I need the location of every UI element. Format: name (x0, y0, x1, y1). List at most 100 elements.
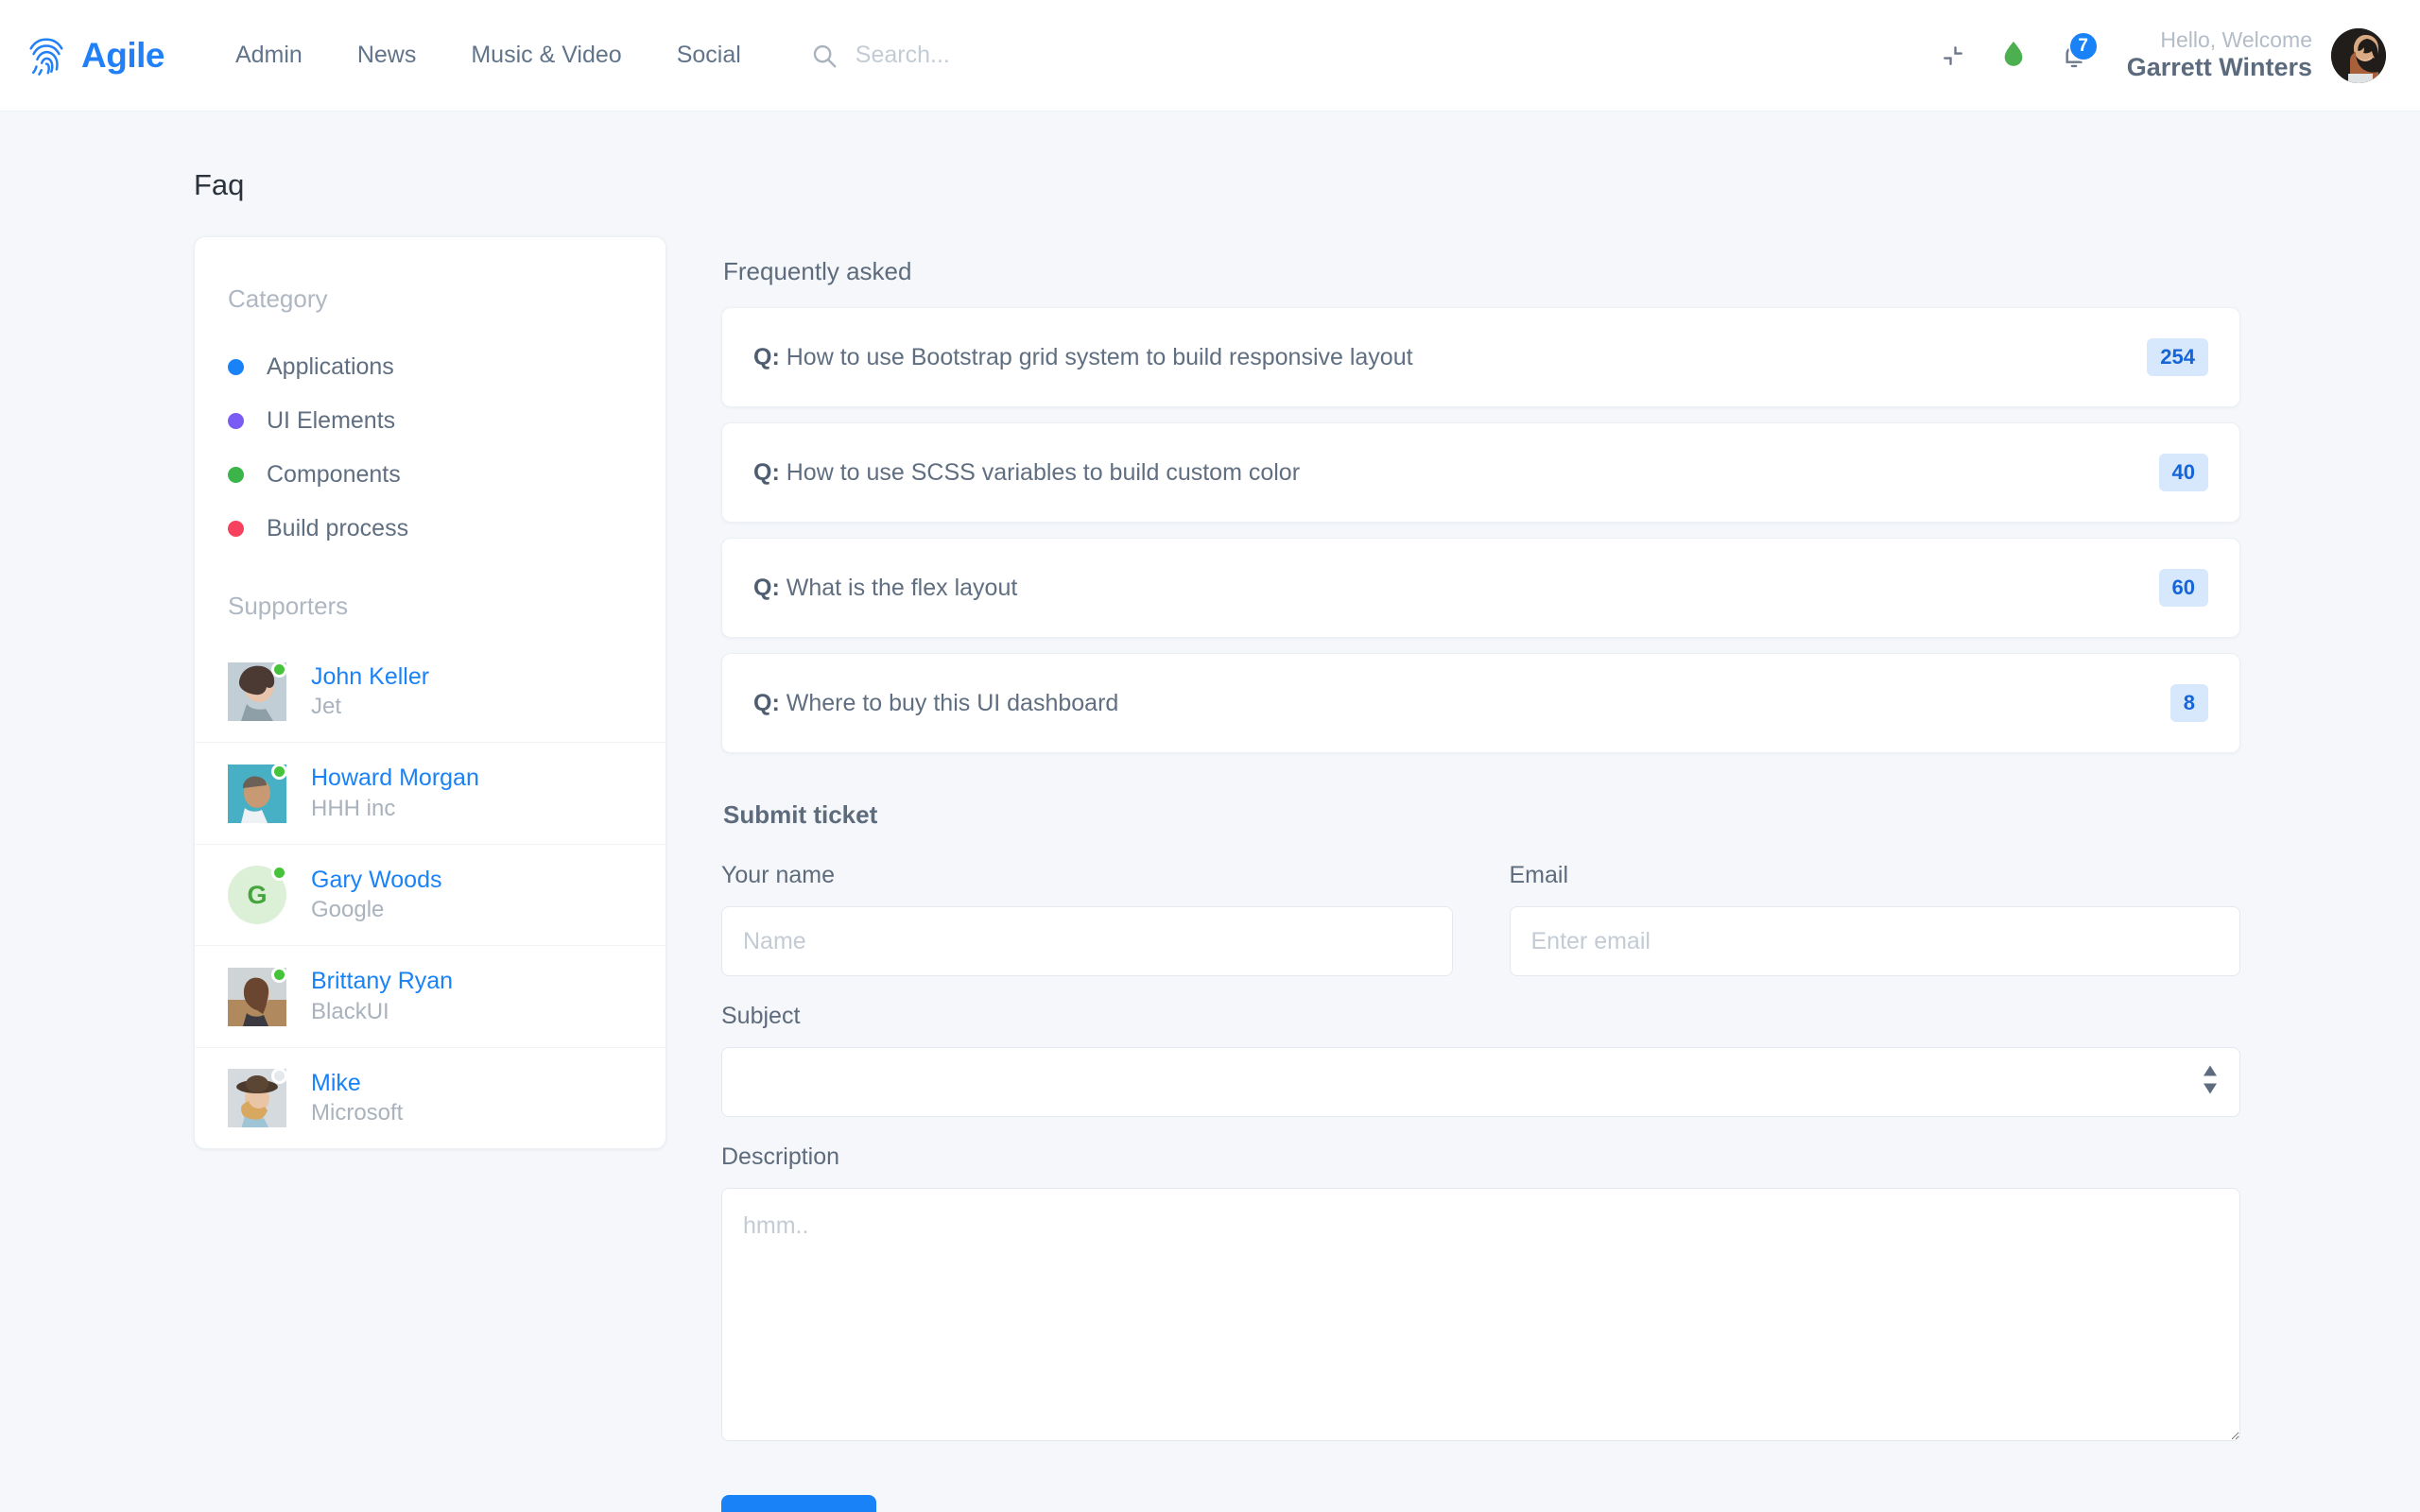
water-drop-icon[interactable] (1983, 26, 2044, 86)
subject-select[interactable] (721, 1047, 2240, 1117)
list-item[interactable]: G Gary Woods Google (195, 843, 666, 945)
name-input[interactable] (721, 906, 1453, 976)
description-textarea[interactable] (721, 1188, 2240, 1441)
email-field-group: Email (1509, 862, 2240, 976)
search-bar (810, 41, 1923, 70)
supporter-org: Google (311, 897, 385, 923)
list-item[interactable]: Mike Microsoft (195, 1046, 666, 1148)
submit-ticket-form: Your name Email Subject (721, 862, 2240, 1512)
faq-question-text: Where to buy this UI dashboard (786, 689, 1119, 716)
email-label: Email (1509, 862, 1569, 888)
faq-item[interactable]: Q: How to use SCSS variables to build cu… (721, 422, 2240, 523)
faq-question: Q: What is the flex layout (753, 575, 1017, 602)
user-greeting: Hello, Welcome Garrett Winters (2127, 27, 2312, 83)
faq-count-badge: 8 (2169, 684, 2208, 722)
faq-prefix: Q: (753, 689, 780, 716)
category-label: Applications (267, 353, 394, 380)
faq-item[interactable]: Q: What is the flex layout 60 (721, 538, 2240, 638)
compress-arrows-icon[interactable] (1923, 26, 1983, 86)
search-input[interactable] (853, 41, 1307, 70)
sidebar-item-build-process[interactable]: Build process (195, 502, 666, 556)
nav-item-admin[interactable]: Admin (208, 32, 330, 78)
search-icon[interactable] (810, 42, 838, 70)
faq-prefix: Q: (753, 458, 780, 486)
notification-badge: 7 (2067, 30, 2099, 61)
sidebar-item-applications[interactable]: Applications (195, 340, 666, 394)
subject-label: Subject (721, 1003, 801, 1029)
supporter-org: BlackUI (311, 998, 389, 1024)
supporter-name[interactable]: Howard Morgan (311, 765, 479, 791)
nav-item-social[interactable]: Social (649, 32, 769, 78)
page-title: Faq (194, 168, 245, 201)
nav-item-news[interactable]: News (330, 32, 444, 78)
status-indicator (271, 865, 287, 882)
name-email-row: Your name Email (721, 862, 2240, 1003)
faq-count-badge: 40 (2158, 454, 2208, 491)
status-indicator (271, 966, 287, 983)
name-label: Your name (721, 862, 835, 888)
category-label: UI Elements (267, 407, 396, 434)
faq-item[interactable]: Q: How to use Bootstrap grid system to b… (721, 307, 2240, 407)
header-actions: 7 Hello, Welcome Garrett Winters (1923, 26, 2386, 86)
supporter-name[interactable]: Mike (311, 1070, 361, 1096)
page-body: Faq Category Applications UI Elements Co… (0, 112, 2420, 1512)
faq-section-title: Frequently asked (723, 257, 912, 285)
faq-item[interactable]: Q: Where to buy this UI dashboard 8 (721, 653, 2240, 753)
status-indicator (271, 1067, 287, 1084)
status-indicator (271, 763, 287, 780)
faq-question: Q: How to use SCSS variables to build cu… (753, 459, 1300, 487)
avatar (228, 966, 287, 1026)
category-label: Components (267, 461, 401, 488)
supporter-name[interactable]: Brittany Ryan (311, 968, 453, 994)
description-label: Description (721, 1143, 840, 1170)
ticket-form-title: Submit ticket (723, 800, 878, 829)
faq-question-text: What is the flex layout (786, 574, 1018, 601)
supporter-org: HHH inc (311, 795, 396, 821)
brand-logo[interactable]: Agile (25, 34, 164, 77)
description-field-group: Description (721, 1143, 2240, 1446)
name-field-group: Your name (721, 862, 1453, 976)
supporter-name[interactable]: Gary Woods (311, 867, 441, 893)
faq-question-text: How to use SCSS variables to build custo… (786, 458, 1301, 486)
category-list: Applications UI Elements Components Buil… (195, 314, 666, 565)
category-label: Build process (267, 515, 409, 541)
dot-icon (228, 413, 244, 429)
supporter-org: Jet (311, 694, 342, 720)
sidebar-card: Category Applications UI Elements Compon… (194, 236, 666, 1150)
greeting-username: Garrett Winters (2126, 53, 2312, 82)
faq-question: Q: Where to buy this UI dashboard (753, 690, 1118, 717)
dot-icon (228, 359, 244, 375)
brand-name: Agile (81, 36, 164, 75)
top-header: Agile Admin News Music & Video Social Se… (0, 0, 2420, 112)
content-layout: Category Applications UI Elements Compon… (0, 236, 2420, 1512)
email-input[interactable] (1509, 906, 2240, 976)
faq-prefix: Q: (753, 574, 780, 601)
nav-item-music-video[interactable]: Music & Video (443, 32, 648, 78)
avatar (228, 763, 287, 823)
subject-field-group: Subject (721, 1003, 2240, 1117)
supporter-name[interactable]: John Keller (311, 663, 429, 690)
faq-question: Q: How to use Bootstrap grid system to b… (753, 344, 1413, 371)
fingerprint-icon (25, 34, 68, 77)
submit-button[interactable]: Submit (721, 1495, 877, 1512)
avatar[interactable] (2331, 27, 2386, 83)
faq-question-text: How to use Bootstrap grid system to buil… (786, 343, 1413, 370)
dot-icon (228, 521, 244, 537)
faq-count-badge: 60 (2158, 569, 2208, 607)
list-item[interactable]: John Keller Jet (195, 642, 666, 742)
supporters-list: John Keller Jet Howard Morgan HHH inc G … (195, 642, 666, 1148)
avatar: G (228, 865, 287, 925)
list-item[interactable]: Brittany Ryan BlackUI (195, 945, 666, 1046)
avatar (228, 662, 287, 722)
greeting-hello: Hello, Welcome (2160, 27, 2312, 52)
sidebar-item-ui-elements[interactable]: UI Elements (195, 394, 666, 448)
faq-prefix: Q: (753, 343, 780, 370)
category-heading: Category (228, 284, 328, 313)
supporter-org: Microsoft (311, 1100, 404, 1125)
supporters-heading: Supporters (228, 592, 349, 620)
main-content: Frequently asked Q: How to use Bootstrap… (721, 236, 2240, 1512)
notifications-button[interactable]: 7 (2044, 26, 2104, 86)
sidebar-item-components[interactable]: Components (195, 448, 666, 502)
list-item[interactable]: Howard Morgan HHH inc (195, 742, 666, 843)
avatar (228, 1067, 287, 1129)
